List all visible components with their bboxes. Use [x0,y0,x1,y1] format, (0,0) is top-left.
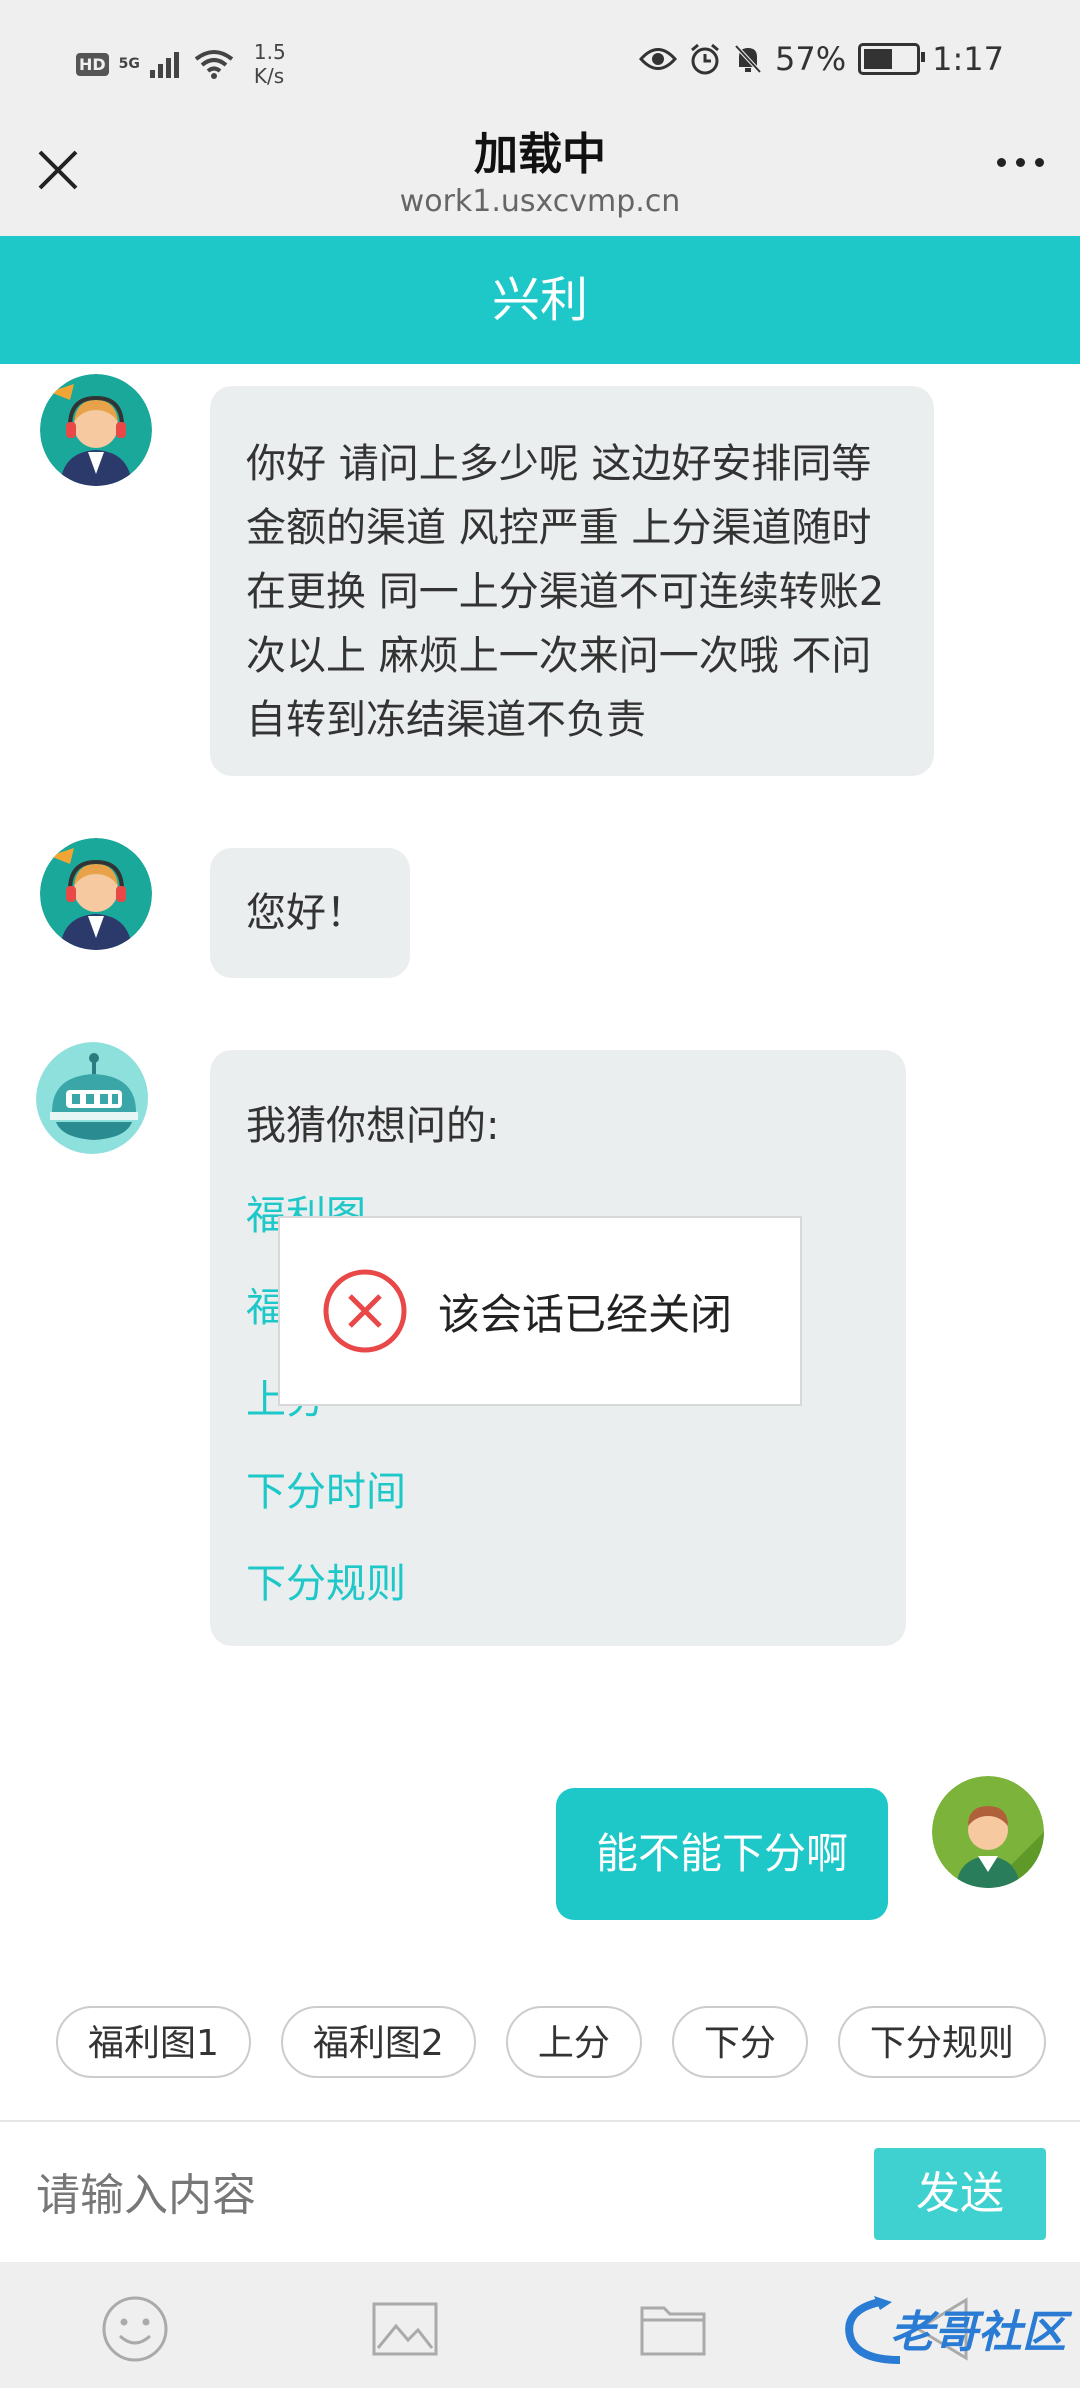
message-text: 您好！ [246,890,366,936]
error-icon [323,1269,407,1353]
image-icon[interactable] [370,2294,440,2364]
faq-link[interactable]: 下分规则 [246,1538,870,1630]
divider [0,2120,1080,2122]
chat-bubble-agent: 您好！ [210,848,410,978]
browser-title-bar: 加载中 work1.usxcvmp.cn [0,106,1080,236]
faq-title: 我猜你想问的: [246,1103,500,1149]
send-button[interactable]: 发送 [874,2148,1046,2240]
agent-avatar [40,838,152,950]
status-left: HD 5G 1.5 K/s [76,40,286,88]
quick-reply-chip[interactable]: 上分 [505,2006,642,2078]
page-url: work1.usxcvmp.cn [399,184,681,219]
more-options-icon[interactable] [997,158,1044,167]
mute-bell-icon [734,44,762,74]
dialog-message: 该会话已经关闭 [438,1289,733,1339]
network-type: 5G [118,56,140,72]
message-input[interactable] [34,2146,838,2244]
battery-percent: 57% [775,40,847,78]
user-avatar [932,1776,1044,1888]
session-closed-dialog: 该会话已经关闭 [278,1216,802,1406]
chat-bubble-user: 能不能下分啊 [556,1788,888,1920]
eye-icon [639,48,678,70]
hd-badge: HD [76,52,109,76]
message-text: 你好 请问上多少呢 这边好安排同等金额的渠道 风控严重 上分渠道随时在更换 同一… [246,441,885,743]
battery-icon [858,43,926,75]
page-title: 加载中 [474,129,606,180]
chat-header: 兴利 [0,236,1080,364]
alarm-icon [691,43,719,75]
watermark-text: 老哥社区 [890,2307,1066,2358]
folder-icon[interactable] [638,2294,708,2364]
chat-bubble-agent: 你好 请问上多少呢 这边好安排同等金额的渠道 风控严重 上分渠道随时在更换 同一… [210,386,934,776]
quick-reply-chip[interactable]: 福利图1 [56,2006,251,2078]
quick-reply-chip[interactable]: 福利图2 [280,2006,476,2078]
faq-link[interactable]: 下分时间 [246,1446,870,1538]
wifi-icon [194,50,234,79]
agent-avatar [40,374,152,486]
status-right: 57% 1:17 [639,40,1004,78]
network-speed: 1.5 K/s [253,40,286,88]
quick-reply-chip[interactable]: 下分 [671,2006,808,2078]
watermark-logo: 老哥社区 [840,2290,1070,2370]
quick-reply-chip[interactable]: 下分规则 [837,2006,1046,2078]
bot-avatar [36,1042,148,1154]
quick-replies: 福利图1 福利图2 上分 下分 下分规则 [56,2006,1046,2078]
emoji-icon[interactable] [100,2294,170,2364]
signal-icon [149,52,179,78]
clock: 1:17 [932,40,1004,78]
